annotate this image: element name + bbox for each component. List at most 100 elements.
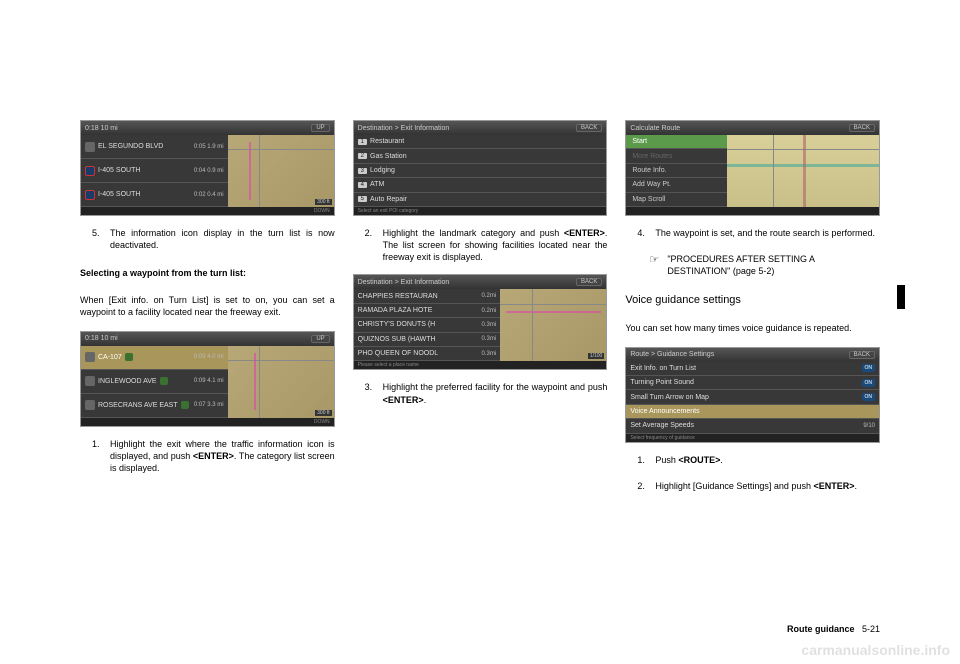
- step-5: 5. The information icon display in the t…: [92, 227, 335, 251]
- enter-key: <ENTER>: [383, 395, 424, 405]
- step-2-guidance-settings: 2. Highlight [Guidance Settings] and pus…: [637, 480, 880, 492]
- subheading-selecting-waypoint: Selecting a waypoint from the turn list:: [80, 268, 335, 278]
- facility-row: CHRISTY'S DONUTS (H0.3mi: [354, 318, 501, 332]
- distance: 0:09 4.1 mi: [194, 378, 224, 384]
- turn-list-row: I-405 SOUTH 0:02 0.4 mi: [81, 183, 228, 207]
- map-scale: 300 ft: [315, 410, 332, 416]
- highway-shield-icon: [85, 190, 95, 200]
- category-row: 2Gas Station: [354, 149, 607, 163]
- info-icon: [160, 377, 168, 385]
- mini-map: 300 ft: [228, 135, 334, 207]
- more-routes-row: More Routes: [626, 149, 727, 163]
- distance: 0:05 1.9 mi: [194, 144, 224, 150]
- step-number: 5.: [92, 227, 102, 251]
- step-1: 1. Highlight the exit where the traffic …: [92, 438, 335, 474]
- turn-arrow-icon: [85, 352, 95, 362]
- screen-topbar: Destination > Exit Information BACK: [354, 275, 607, 289]
- step-text: Push <ROUTE>.: [655, 454, 880, 466]
- breadcrumb: Route > Guidance Settings: [630, 351, 714, 358]
- step-number: 2.: [637, 480, 647, 492]
- turn-arrow-icon: [85, 142, 95, 152]
- back-button: BACK: [849, 351, 875, 359]
- on-toggle: ON: [862, 364, 876, 372]
- setting-row: Turning Point SoundON: [626, 376, 879, 390]
- distance: 0:02 0.4 mi: [194, 192, 224, 198]
- breadcrumb: Destination > Exit Information: [358, 279, 450, 286]
- road-name: ROSECRANS AVE EAST: [98, 402, 178, 409]
- down-label: DOWN: [314, 208, 330, 214]
- footer-page: 5-21: [862, 624, 880, 634]
- watermark: carmanualsonline.info: [801, 642, 950, 658]
- turn-list-screenshot-deactivated: 0:18 10 mi UP EL SEGUNDO BLVD 0:05 1.9 m…: [80, 120, 335, 216]
- counter: 1/100: [588, 353, 605, 359]
- route-key: <ROUTE>: [678, 455, 720, 465]
- reference-text: "PROCEDURES AFTER SETTING A DESTINATION"…: [667, 253, 880, 277]
- on-toggle: ON: [862, 379, 876, 387]
- category-row: 3Lodging: [354, 164, 607, 178]
- turn-arrow-icon: [85, 400, 95, 410]
- start-button: Start: [626, 135, 727, 149]
- step-number: 3.: [365, 381, 375, 405]
- turn-list-row: EL SEGUNDO BLVD 0:05 1.9 mi: [81, 135, 228, 159]
- step-text: The information icon display in the turn…: [110, 227, 335, 251]
- page-edge-tab: [897, 285, 905, 309]
- breadcrumb: Calculate Route: [630, 125, 680, 132]
- column-2: Destination > Exit Information BACK 1Res…: [353, 120, 608, 495]
- enter-key: <ENTER>: [813, 481, 854, 491]
- column-1: 0:18 10 mi UP EL SEGUNDO BLVD 0:05 1.9 m…: [80, 120, 335, 495]
- turn-list-row-highlighted: CA-107 0:09 4.0 mi: [81, 346, 228, 370]
- reference-icon: ☞: [649, 253, 661, 277]
- distance: 0:07 3.3 mi: [194, 402, 224, 408]
- step-text: Highlight the landmark category and push…: [383, 227, 608, 263]
- step-1-push-route: 1. Push <ROUTE>.: [637, 454, 880, 466]
- back-button: BACK: [849, 124, 875, 132]
- step-2: 2. Highlight the landmark category and p…: [365, 227, 608, 263]
- road-name: I-405 SOUTH: [98, 191, 140, 198]
- setting-row: Small Turn Arrow on MapON: [626, 390, 879, 404]
- screen-topbar: Destination > Exit Information BACK: [354, 121, 607, 135]
- exit-info-category-screenshot: Destination > Exit Information BACK 1Res…: [353, 120, 608, 216]
- step-number: 1.: [92, 438, 102, 474]
- category-row: 1Restaurant: [354, 135, 607, 149]
- info-icon: [125, 353, 133, 361]
- distance: 0:04 0.9 mi: [194, 168, 224, 174]
- setting-row: Set Average Speeds9/10: [626, 419, 879, 433]
- guidance-settings-screenshot: Route > Guidance Settings BACK Exit Info…: [625, 347, 880, 443]
- paragraph: You can set how many times voice guidanc…: [625, 322, 880, 334]
- screen-hint: Please select a place name: [354, 361, 607, 369]
- back-button: BACK: [576, 124, 602, 132]
- page-footer: Route guidance 5-21: [787, 624, 880, 634]
- back-button: BACK: [576, 278, 602, 286]
- page-content: 0:18 10 mi UP EL SEGUNDO BLVD 0:05 1.9 m…: [0, 0, 960, 525]
- up-button: UP: [311, 335, 329, 343]
- on-toggle: ON: [862, 393, 876, 401]
- route-info-row: Route Info.: [626, 164, 727, 178]
- screen-bottombar: DOWN: [81, 207, 334, 215]
- turn-list-row: INGLEWOOD AVE 0:09 4.1 mi: [81, 370, 228, 394]
- screen-bottombar: DOWN: [81, 418, 334, 426]
- screen-hint: Select an exit POI category: [354, 207, 607, 215]
- category-row: 5Auto Repair: [354, 193, 607, 207]
- screen-topbar: Route > Guidance Settings BACK: [626, 348, 879, 362]
- step-3: 3. Highlight the preferred facility for …: [365, 381, 608, 405]
- step-text: The waypoint is set, and the route searc…: [655, 227, 880, 239]
- turn-arrow-icon: [85, 376, 95, 386]
- facility-row: CHAPPIES RESTAURAN0.2mi: [354, 289, 501, 303]
- enter-key: <ENTER>: [564, 228, 605, 238]
- calculate-route-screenshot: Calculate Route BACK Start More Routes R…: [625, 120, 880, 216]
- category-row: 4ATM: [354, 178, 607, 192]
- topbar-info: 0:18 10 mi: [85, 125, 118, 132]
- screen-bottombar: [626, 207, 879, 215]
- screen-topbar: 0:18 10 mi UP: [81, 332, 334, 346]
- road-name: EL SEGUNDO BLVD: [98, 143, 163, 150]
- voice-guidance-heading: Voice guidance settings: [625, 294, 880, 306]
- facility-row: PHO QUEEN OF NOODL0.3mi: [354, 347, 501, 361]
- road-name: INGLEWOOD AVE: [98, 378, 157, 385]
- step-text: Highlight the preferred facility for the…: [383, 381, 608, 405]
- road-name: I-405 SOUTH: [98, 167, 140, 174]
- screen-hint: Select frequency of guidance: [626, 434, 879, 442]
- turn-list-row: I-405 SOUTH 0:04 0.9 mi: [81, 159, 228, 183]
- step-text: Highlight [Guidance Settings] and push <…: [655, 480, 880, 492]
- screen-topbar: Calculate Route BACK: [626, 121, 879, 135]
- info-icon: [181, 401, 189, 409]
